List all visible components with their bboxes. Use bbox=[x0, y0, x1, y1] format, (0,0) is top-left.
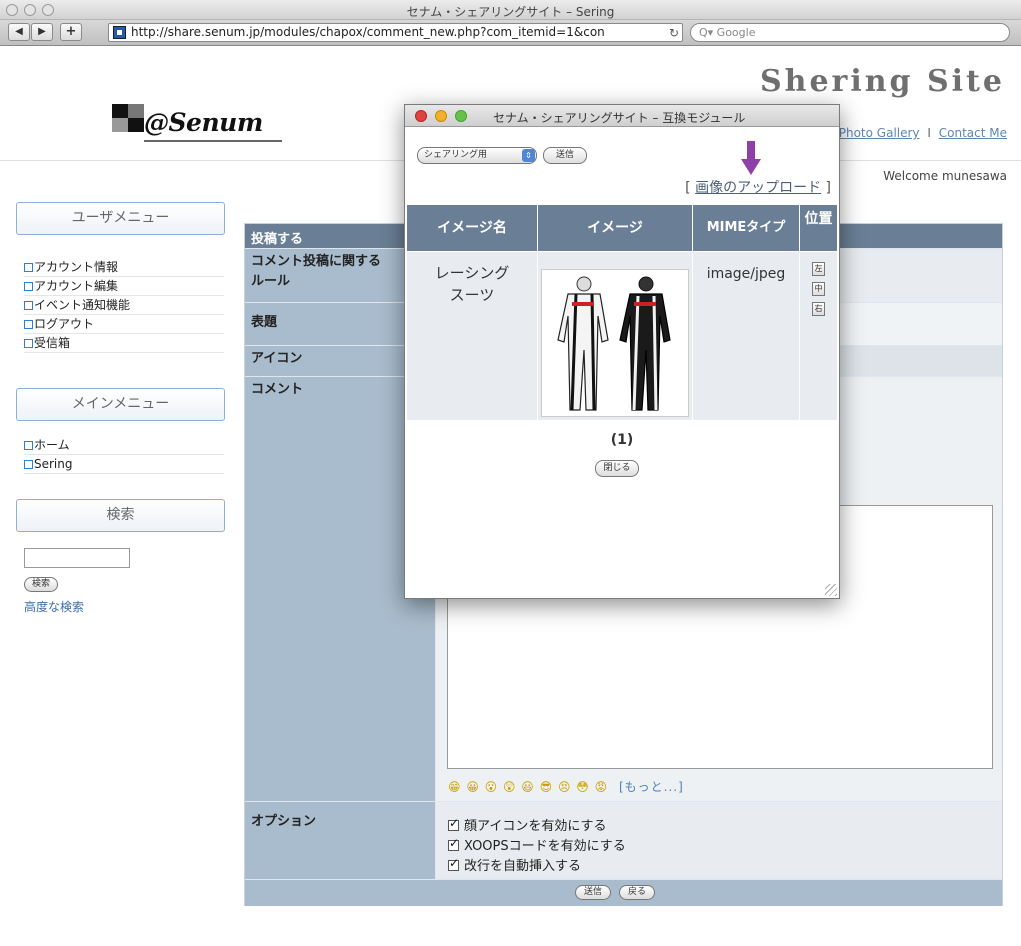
racing-suit-thumbnail[interactable] bbox=[541, 269, 689, 417]
search-title: 検索 bbox=[16, 499, 225, 532]
popup-minimize-button[interactable] bbox=[435, 110, 447, 122]
form-header-title: 投稿する bbox=[251, 232, 304, 247]
col-image-name: イメージ名 bbox=[407, 205, 537, 251]
option-smiley[interactable]: 顔アイコンを有効にする bbox=[448, 815, 606, 834]
sidebar-item-inbox[interactable]: 受信箱 bbox=[24, 334, 224, 353]
col-image: イメージ bbox=[538, 205, 692, 251]
back-button[interactable]: 戻る bbox=[619, 885, 655, 900]
user-menu-title: ユーザメニュー bbox=[16, 202, 225, 235]
photo-gallery-link[interactable]: Photo Gallery bbox=[839, 126, 920, 140]
sidebar-item-home[interactable]: ホーム bbox=[24, 436, 224, 455]
sidebar-item-account-info[interactable]: アカウント情報 bbox=[24, 258, 224, 277]
category-select[interactable]: シェアリング用 ⇕ bbox=[417, 147, 537, 164]
option-label: 改行を自動挿入する bbox=[464, 859, 582, 874]
site-logo[interactable]: @Senum bbox=[112, 104, 282, 144]
option-xoopscode[interactable]: XOOPSコードを有効にする bbox=[448, 835, 626, 854]
cell-position: 左 中 右 bbox=[800, 252, 837, 420]
col-mime: MIMEタイプ bbox=[693, 205, 799, 251]
position-center-button[interactable]: 中 bbox=[812, 282, 825, 296]
position-right-button[interactable]: 右 bbox=[812, 302, 825, 316]
sidebar-item-notifications[interactable]: イベント通知機能 bbox=[24, 296, 224, 315]
logo-text: @Senum bbox=[144, 108, 263, 137]
contact-me-link[interactable]: Contact Me bbox=[939, 126, 1007, 140]
popup-zoom-button[interactable] bbox=[455, 110, 467, 122]
sidebar-item-account-edit[interactable]: アカウント編集 bbox=[24, 277, 224, 296]
option-linebreak[interactable]: 改行を自動挿入する bbox=[448, 855, 581, 874]
window-title: セナム・シェアリングサイト – Sering bbox=[406, 5, 615, 19]
down-arrow-icon bbox=[741, 141, 761, 175]
position-left-button[interactable]: 左 bbox=[812, 262, 825, 276]
smiley-icons[interactable]: 😁 😀 😮 😲 😃 😎 😣 😳 😡 bbox=[448, 780, 608, 794]
pagination[interactable]: (1) bbox=[405, 432, 839, 448]
url-text: http://share.senum.jp/modules/chapox/com… bbox=[131, 25, 605, 39]
top-links: Photo Gallery I Contact Me bbox=[839, 126, 1007, 140]
checkbox-icon[interactable] bbox=[448, 816, 459, 831]
option-label: 顔アイコンを有効にする bbox=[464, 819, 607, 834]
welcome-message: Welcome munesawa bbox=[883, 169, 1007, 183]
popup-title: セナム・シェアリングサイト – 互換モジュール bbox=[493, 111, 746, 125]
browser-search-input[interactable]: Q▾ Google bbox=[690, 23, 1010, 42]
submit-button[interactable]: 送信 bbox=[575, 885, 611, 900]
browser-titlebar: セナム・シェアリングサイト – Sering bbox=[0, 0, 1021, 20]
image-manager-popup: セナム・シェアリングサイト – 互換モジュール シェアリング用 ⇕ 送信 [ 画… bbox=[404, 104, 840, 599]
forward-button[interactable]: ▶ bbox=[31, 23, 53, 41]
col-position: 位置 bbox=[800, 205, 837, 251]
url-bar[interactable]: http://share.senum.jp/modules/chapox/com… bbox=[108, 23, 683, 42]
checkbox-icon[interactable] bbox=[448, 856, 459, 871]
popup-send-button[interactable]: 送信 bbox=[543, 147, 587, 164]
popup-close-text-button[interactable]: 閉じる bbox=[595, 460, 639, 477]
sidebar-search-button[interactable]: 検索 bbox=[24, 577, 58, 592]
cell-mime: image/jpeg bbox=[693, 252, 799, 420]
browser-toolbar: ◀ ▶ + http://share.senum.jp/modules/chap… bbox=[0, 20, 1021, 46]
resize-grip-icon[interactable] bbox=[825, 584, 837, 596]
reload-icon[interactable]: ↻ bbox=[669, 25, 679, 41]
link-separator: I bbox=[927, 126, 931, 140]
user-menu-list: アカウント情報 アカウント編集 イベント通知機能 ログアウト 受信箱 bbox=[24, 258, 224, 353]
logo-square bbox=[112, 118, 128, 132]
popup-titlebar: セナム・シェアリングサイト – 互換モジュール bbox=[405, 105, 839, 127]
smiley-bar: 😁 😀 😮 😲 😃 😎 😣 😳 😡 [もっと...] bbox=[448, 778, 684, 795]
cell-image-name: レーシング スーツ bbox=[407, 252, 537, 420]
back-button[interactable]: ◀ bbox=[8, 23, 30, 41]
more-smileys-link[interactable]: [もっと...] bbox=[619, 780, 684, 794]
option-label: XOOPSコードを有効にする bbox=[464, 839, 626, 854]
checkbox-icon[interactable] bbox=[448, 836, 459, 851]
category-select-value: シェアリング用 bbox=[424, 150, 488, 160]
main-menu-list: ホーム Sering bbox=[24, 436, 224, 474]
advanced-search-link[interactable]: 高度な検索 bbox=[24, 598, 84, 615]
sidebar-search-input[interactable] bbox=[24, 548, 130, 568]
sidebar-item-sering[interactable]: Sering bbox=[24, 455, 224, 474]
logo-square bbox=[128, 104, 144, 118]
form-footer: 送信 戻る bbox=[245, 880, 1002, 906]
logo-underline bbox=[144, 140, 282, 142]
site-title: Shering Site bbox=[759, 64, 1005, 99]
sidebar-item-logout[interactable]: ログアウト bbox=[24, 315, 224, 334]
add-bookmark-button[interactable]: + bbox=[60, 23, 82, 41]
main-menu-title: メインメニュー bbox=[16, 388, 225, 421]
favicon-icon bbox=[113, 26, 126, 39]
logo-square bbox=[112, 104, 128, 118]
upload-link-wrapper: [ 画像のアップロード ] bbox=[685, 180, 831, 196]
select-arrows-icon: ⇕ bbox=[522, 149, 535, 162]
popup-close-button[interactable] bbox=[415, 110, 427, 122]
options-label: オプション bbox=[245, 802, 435, 879]
image-upload-link[interactable]: 画像のアップロード bbox=[695, 180, 821, 196]
racing-suit-image bbox=[557, 276, 671, 411]
logo-square bbox=[128, 118, 144, 132]
